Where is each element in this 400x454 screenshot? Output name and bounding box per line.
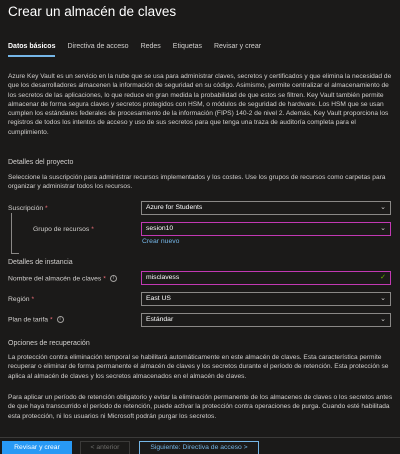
resource-group-label: Grupo de recursos * [33,226,94,233]
project-details-heading: Detalles del proyecto [8,159,74,166]
chevron-down-icon: ⌄ [380,204,386,211]
tab-bar: Datos básicos Directiva de acceso Redes … [8,43,273,57]
chevron-down-icon: ⌄ [380,316,386,323]
region-select[interactable]: East US ⌄ [141,292,391,306]
project-details-description: Seleccione la suscripción para administr… [8,174,386,191]
vault-name-input[interactable]: misclavess ✓ [141,271,391,285]
tab-basics[interactable]: Datos básicos [8,43,56,57]
instance-details-heading: Detalles de instancia [8,259,73,266]
subscription-select[interactable]: Azure for Students ⌄ [141,201,391,215]
recovery-options-heading: Opciones de recuperación [8,340,90,347]
vault-name-label: Nombre del almacén de claves * i [8,275,117,282]
info-icon[interactable]: i [109,275,117,282]
tab-access-policy[interactable]: Directiva de acceso [67,43,128,57]
required-marker: * [45,205,48,212]
recovery-description-2: Para aplicar un período de retención obl… [8,394,393,420]
previous-button[interactable]: < anterior [80,441,130,454]
chevron-down-icon: ⌄ [380,225,386,232]
tree-connector-branch [11,253,19,254]
next-button[interactable]: Siguiente: Directiva de acceso > [139,441,259,454]
required-marker: * [49,316,53,324]
intro-description: Azure Key Vault es un servicio en la nub… [8,73,392,136]
tab-review-create[interactable]: Revisar y crear [214,43,261,57]
pricing-tier-select[interactable]: Estándar ⌄ [141,313,391,327]
required-marker: * [31,296,35,303]
region-label: Región * [8,296,35,303]
subscription-label: Suscripción * [8,205,48,212]
tree-connector [11,213,12,253]
info-icon[interactable]: i [56,316,64,323]
required-marker: * [91,226,94,233]
pricing-tier-label: Plan de tarifa * i [8,316,64,323]
tab-tags[interactable]: Etiquetas [173,43,202,57]
resource-group-select[interactable]: sesion10 ⌄ [141,222,391,236]
required-marker: * [103,275,106,283]
page-title: Crear un almacén de claves [8,4,177,19]
recovery-description-1: La protección contra eliminación tempora… [8,354,389,380]
checkmark-icon: ✓ [380,274,386,281]
review-create-button[interactable]: Revisar y crear [2,441,72,454]
chevron-down-icon: ⌄ [380,295,386,302]
create-new-link[interactable]: Crear nuevo [142,238,179,245]
tab-networking[interactable]: Redes [141,43,161,57]
